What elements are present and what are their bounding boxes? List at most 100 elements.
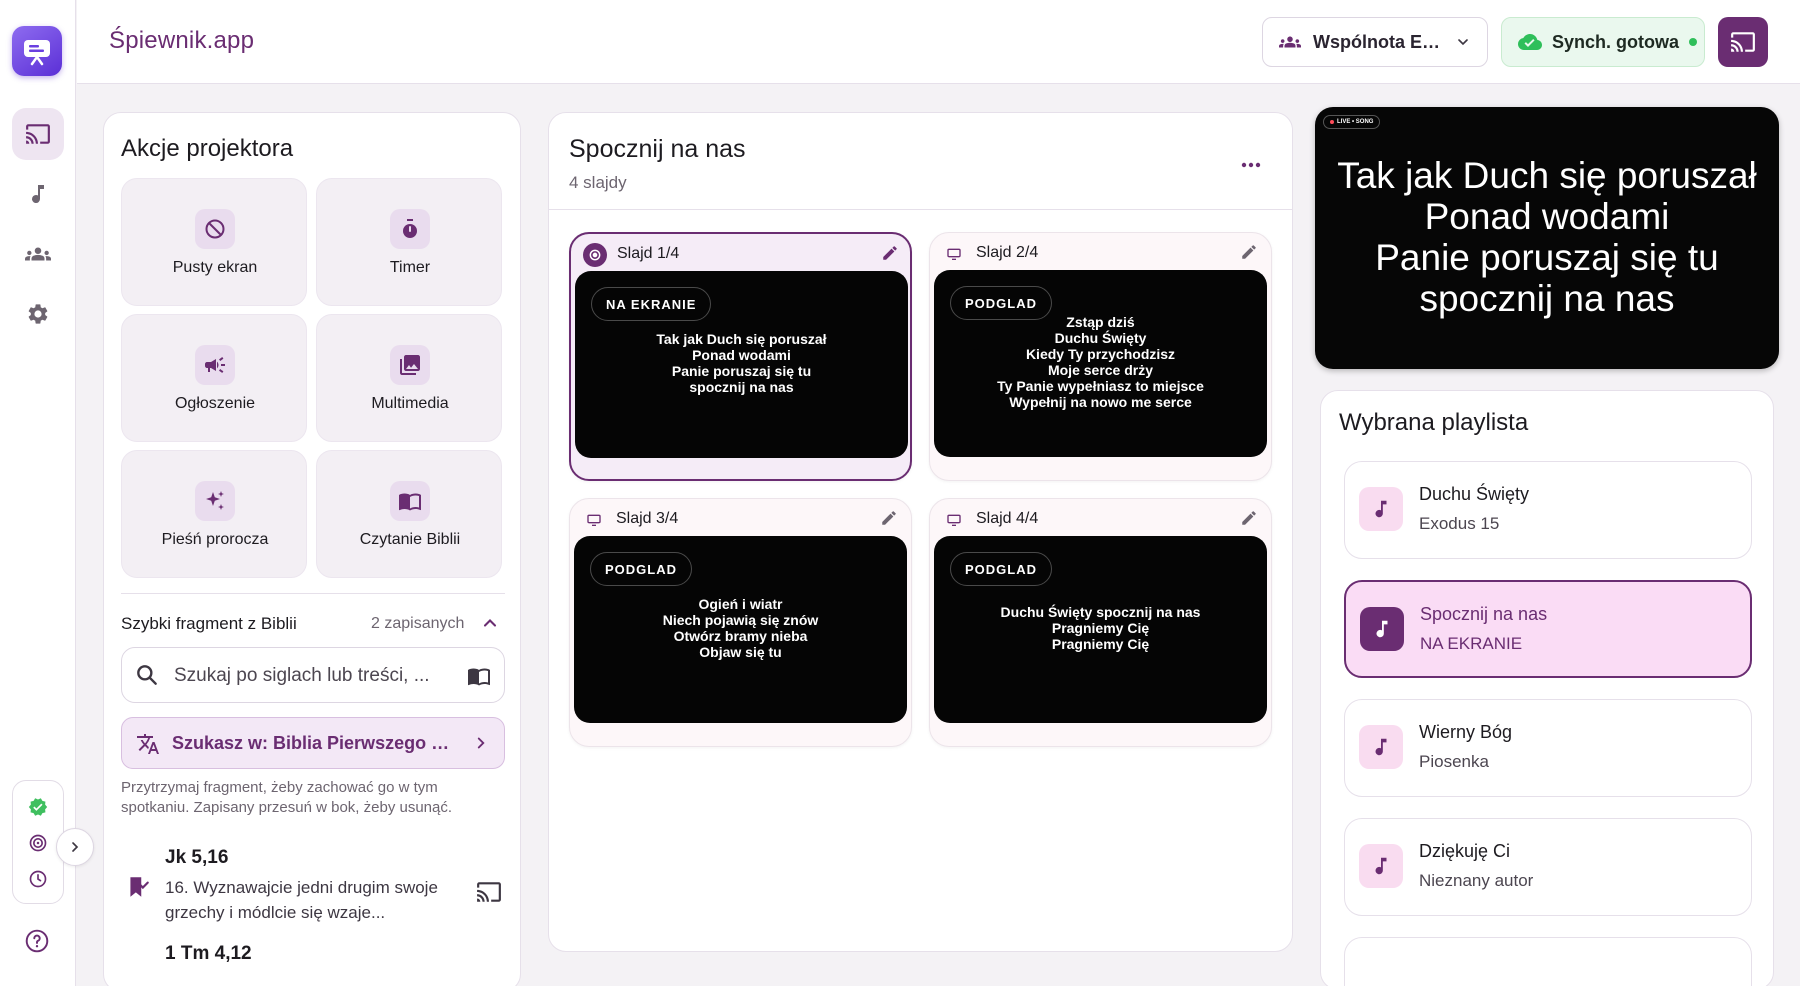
song-name: Wierny Bóg — [1419, 722, 1513, 742]
live-dot — [1330, 120, 1334, 124]
song-name: Spocznij na nas — [1420, 604, 1548, 624]
divider — [549, 209, 1292, 210]
action-label: Ogłoszenie — [174, 395, 256, 412]
book-icon — [390, 481, 430, 521]
sync-dot — [1689, 38, 1698, 46]
more-options-icon[interactable] — [1239, 153, 1263, 177]
slide-preview: NA EKRANIE Tak jak Duch się poruszał Pon… — [575, 271, 908, 458]
divider — [121, 593, 505, 594]
people-icon — [1279, 36, 1301, 48]
music-note-icon — [1359, 844, 1403, 888]
image-icon — [390, 345, 430, 385]
action-timer[interactable]: Timer — [316, 178, 502, 306]
app-title: Śpiewnik.app — [109, 27, 255, 54]
clock-icon — [29, 870, 47, 888]
bible-translation-selector[interactable]: Szukasz w: Biblia Pierwszego Ko... — [121, 717, 505, 769]
slide-card[interactable]: Slajd 1/4 NA EKRANIE Tak jak Duch się po… — [569, 232, 912, 481]
slide-label: Slajd 2/4 — [976, 244, 1039, 261]
slide-card[interactable]: Slajd 4/4 PODGLAD Duchu Święty spocznij … — [929, 498, 1272, 747]
monitor-icon — [942, 242, 966, 266]
slide-label: Slajd 3/4 — [616, 510, 679, 527]
live-preview-screen[interactable]: LIVE • SONG Tak jak Duch się poruszał Po… — [1315, 107, 1779, 369]
rail-settings-button[interactable] — [12, 288, 64, 340]
song-subtitle: NA EKRANIE — [1420, 634, 1523, 653]
action-label: Pusty ekran — [172, 259, 258, 276]
target-icon — [29, 834, 47, 852]
help-icon[interactable] — [24, 928, 50, 954]
edit-icon[interactable] — [1240, 243, 1258, 261]
cast-icon — [1731, 32, 1755, 52]
music-note-icon — [32, 185, 44, 204]
action-bible-reading[interactable]: Czytanie Biblii — [316, 450, 502, 578]
expand-rail-button[interactable] — [56, 828, 94, 866]
playlist-panel: Wybrana playlista Duchu Święty Exodus 15… — [1320, 390, 1774, 986]
action-prophetic-song[interactable]: Pieśń prorocza — [121, 450, 307, 578]
song-title: Spocznij na nas — [569, 135, 746, 163]
rail-songs-button[interactable] — [12, 168, 64, 220]
slide-card[interactable]: Slajd 3/4 PODGLAD Ogień i wiatr Niech po… — [569, 498, 912, 747]
playlist-title: Wybrana playlista — [1339, 409, 1529, 436]
slide-lyrics: Tak jak Duch się poruszał Ponad wodami P… — [656, 331, 827, 395]
live-radio-icon — [583, 243, 607, 267]
bible-search-input[interactable]: Szukaj po siglach lub treści, ... — [121, 647, 505, 703]
cloud-check-icon — [1518, 34, 1542, 50]
verse-ref[interactable]: 1 Tm 4,12 — [165, 943, 252, 965]
search-placeholder: Szukaj po siglach lub treści, ... — [174, 665, 430, 686]
people-icon — [25, 247, 51, 261]
gear-icon — [28, 304, 48, 324]
action-announcement[interactable]: Ogłoszenie — [121, 314, 307, 442]
playlist-item-active[interactable]: Spocznij na nas NA EKRANIE — [1344, 580, 1752, 678]
song-subtitle: Nieznany autor — [1419, 871, 1534, 890]
slide-preview: PODGLAD Ogień i wiatr Niech pojawią się … — [574, 536, 907, 723]
rail-people-button[interactable] — [12, 228, 64, 280]
music-note-icon — [1360, 607, 1404, 651]
live-badge-label: LIVE • SONG — [1337, 119, 1374, 125]
slide-card[interactable]: Slajd 2/4 PODGLAD Zstąp dziś Duchu Święt… — [929, 232, 1272, 481]
saved-count: 2 zapisanych — [371, 615, 465, 632]
slide-lyrics: Duchu Święty spocznij na nas Pragniemy C… — [1000, 604, 1201, 652]
sync-label: Synch. gotowa — [1552, 31, 1680, 52]
action-label: Multimedia — [371, 395, 449, 412]
slide-label: Slajd 4/4 — [976, 510, 1039, 527]
music-note-icon — [1359, 487, 1403, 531]
playlist-item[interactable]: Duchu Święty Exodus 15 — [1344, 461, 1752, 559]
slide-status-chip: PODGLAD — [590, 552, 692, 586]
community-select[interactable]: Wspólnota EF... — [1262, 17, 1488, 67]
music-note-icon — [1359, 725, 1403, 769]
song-subtitle: Piosenka — [1419, 752, 1489, 771]
action-blank-screen[interactable]: Pusty ekran — [121, 178, 307, 306]
slide-lyrics: Ogień i wiatr Niech pojawią się znów Otw… — [662, 596, 819, 660]
edit-icon[interactable] — [881, 244, 899, 262]
rail-cast-button[interactable] — [12, 108, 64, 160]
song-name: Duchu Święty — [1419, 484, 1530, 504]
sync-status[interactable]: Synch. gotowa — [1501, 17, 1705, 67]
app-logo-icon[interactable] — [12, 26, 62, 76]
chevron-right-icon — [477, 737, 485, 749]
cast-icon[interactable] — [475, 879, 503, 905]
bible-selector-label: Szukasz w: Biblia Pierwszego Ko... — [172, 733, 458, 753]
slide-preview: PODGLAD Zstąp dziś Duchu Święty Kiedy Ty… — [934, 270, 1267, 457]
book-icon[interactable] — [465, 664, 493, 688]
chevron-right-icon — [72, 842, 79, 852]
translate-icon — [137, 734, 159, 754]
slide-count: 4 slajdy — [569, 173, 627, 192]
chevron-down-icon — [1458, 39, 1468, 46]
live-badge: LIVE • SONG — [1323, 115, 1381, 129]
cast-button[interactable] — [1718, 17, 1768, 67]
playlist-item[interactable] — [1344, 937, 1752, 986]
action-label: Czytanie Biblii — [359, 531, 461, 548]
top-bar: Śpiewnik.app Wspólnota EF... Synch. goto… — [77, 0, 1800, 84]
edit-icon[interactable] — [880, 509, 898, 527]
panel-title: Akcje projektora — [121, 135, 294, 162]
bookmark-check-icon — [130, 877, 149, 897]
action-multimedia[interactable]: Multimedia — [316, 314, 502, 442]
hint-text: Przytrzymaj fragment, żeby zachować go w… — [121, 779, 453, 816]
edit-icon[interactable] — [1240, 509, 1258, 527]
slide-preview: PODGLAD Duchu Święty spocznij na nas Pra… — [934, 536, 1267, 723]
playlist-item[interactable]: Wierny Bóg Piosenka — [1344, 699, 1752, 797]
slide-label: Slajd 1/4 — [617, 245, 680, 262]
verse-text: 16. Wyznawajcie jedni drugim swoje grzec… — [165, 878, 438, 922]
chevron-up-icon[interactable] — [480, 613, 500, 633]
saved-verse[interactable]: Jk 5,16 16. Wyznawajcie jedni drugim swo… — [121, 843, 505, 923]
playlist-item[interactable]: Dziękuję Ci Nieznany autor — [1344, 818, 1752, 916]
